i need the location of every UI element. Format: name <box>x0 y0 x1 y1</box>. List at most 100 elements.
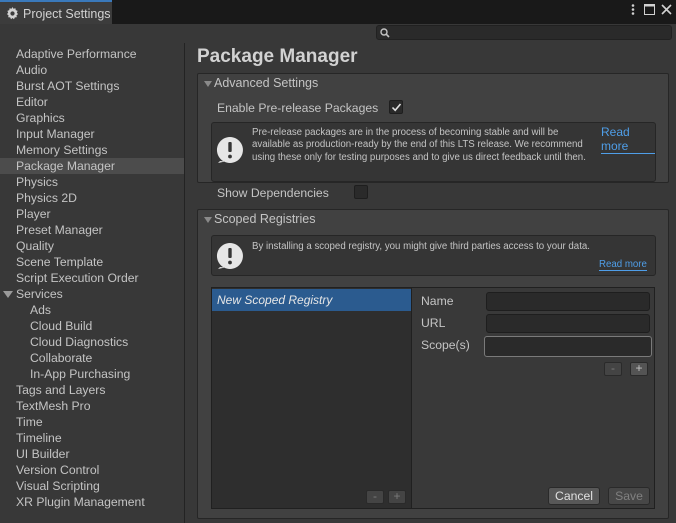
sidebar-item-collaborate[interactable]: Collaborate <box>0 350 184 366</box>
prerelease-label: Enable Pre-release Packages <box>217 101 379 115</box>
gear-icon <box>6 7 19 20</box>
scoped-help-text: By installing a scoped registry, you mig… <box>252 241 590 252</box>
sidebar-item-label: Adaptive Performance <box>16 47 137 61</box>
sidebar-item-ads[interactable]: Ads <box>0 302 184 318</box>
sidebar-item-graphics[interactable]: Graphics <box>0 110 184 126</box>
sidebar-item-adaptive-performance[interactable]: Adaptive Performance <box>0 46 184 62</box>
sidebar-item-audio[interactable]: Audio <box>0 62 184 78</box>
add-registry-button[interactable]: + <box>388 490 406 504</box>
name-field[interactable] <box>486 292 650 311</box>
registry-list: New Scoped Registry - + <box>211 287 412 509</box>
sidebar-item-label: Services <box>16 287 63 301</box>
sidebar-item-label: Player <box>16 207 51 221</box>
sidebar-item-player[interactable]: Player <box>0 206 184 222</box>
url-label: URL <box>421 316 446 330</box>
expand-caret-icon[interactable] <box>3 291 13 298</box>
sidebar-item-xr-plugin-management[interactable]: XR Plugin Management <box>0 494 184 510</box>
sidebar-item-quality[interactable]: Quality <box>0 238 184 254</box>
save-button[interactable]: Save <box>608 487 650 505</box>
search-row <box>0 24 676 42</box>
add-scope-button[interactable]: + <box>630 362 648 376</box>
main-panel: Package Manager Advanced Settings Enable… <box>186 43 676 523</box>
sidebar-item-label: UI Builder <box>16 447 70 461</box>
scoped-read-more-link[interactable]: Read more <box>599 259 647 271</box>
prerelease-read-more-link[interactable]: Read more <box>601 125 655 154</box>
sidebar-item-label: Ads <box>30 303 52 317</box>
name-label: Name <box>421 294 454 308</box>
search-input[interactable] <box>376 25 672 40</box>
sidebar-item-physics-2d[interactable]: Physics 2D <box>0 190 184 206</box>
scoped-registries-foldout[interactable]: Scoped Registries <box>204 212 315 226</box>
sidebar-item-label: Audio <box>16 63 48 77</box>
sidebar-item-burst-aot-settings[interactable]: Burst AOT Settings <box>0 78 184 94</box>
sidebar-item-editor[interactable]: Editor <box>0 94 184 110</box>
sidebar-item-label: Version Control <box>16 463 100 477</box>
sidebar-item-preset-manager[interactable]: Preset Manager <box>0 222 184 238</box>
sidebar-item-services[interactable]: Services <box>0 286 184 302</box>
sidebar-item-timeline[interactable]: Timeline <box>0 430 184 446</box>
sidebar-item-version-control[interactable]: Version Control <box>0 462 184 478</box>
prerelease-checkbox[interactable] <box>389 100 403 114</box>
show-dependencies-checkbox[interactable] <box>354 185 368 199</box>
sidebar-item-ui-builder[interactable]: UI Builder <box>0 446 184 462</box>
sidebar-item-label: Timeline <box>16 431 62 445</box>
title-bar: Project Settings <box>0 0 676 25</box>
advanced-settings-section: Advanced Settings Enable Pre-release Pac… <box>197 73 669 183</box>
registry-details: Name URL Scope(s) - + Cancel Save <box>412 287 655 509</box>
tab-project-settings[interactable]: Project Settings <box>0 0 112 25</box>
sidebar-item-label: Quality <box>16 239 54 253</box>
sidebar-item-textmesh-pro[interactable]: TextMesh Pro <box>0 398 184 414</box>
sidebar-item-script-execution-order[interactable]: Script Execution Order <box>0 270 184 286</box>
scopes-label: Scope(s) <box>421 338 470 352</box>
prerelease-help-text: Pre-release packages are in the process … <box>252 127 586 163</box>
sidebar-item-label: Scene Template <box>16 255 104 269</box>
advanced-settings-header: Advanced Settings <box>214 76 319 90</box>
sidebar-item-label: Tags and Layers <box>16 383 106 397</box>
sidebar-item-label: Physics 2D <box>16 191 77 205</box>
advanced-settings-foldout[interactable]: Advanced Settings <box>204 76 318 90</box>
checkmark-icon <box>391 103 402 112</box>
warning-icon <box>216 243 243 269</box>
search-icon <box>380 28 390 38</box>
more-options-icon[interactable] <box>627 4 638 15</box>
registry-list-item[interactable]: New Scoped Registry <box>212 289 411 311</box>
sidebar-item-label: Preset Manager <box>16 223 103 237</box>
sidebar-item-in-app-purchasing[interactable]: In-App Purchasing <box>0 366 184 382</box>
sidebar-item-label: Editor <box>16 95 48 109</box>
sidebar-item-label: Script Execution Order <box>16 271 139 285</box>
cancel-button[interactable]: Cancel <box>548 487 600 505</box>
sidebar-item-memory-settings[interactable]: Memory Settings <box>0 142 184 158</box>
sidebar-item-label: Collaborate <box>30 351 93 365</box>
sidebar-item-physics[interactable]: Physics <box>0 174 184 190</box>
sidebar-item-cloud-diagnostics[interactable]: Cloud Diagnostics <box>0 334 184 350</box>
scoped-registries-header: Scoped Registries <box>214 212 316 226</box>
sidebar-item-cloud-build[interactable]: Cloud Build <box>0 318 184 334</box>
warning-icon <box>216 137 243 163</box>
foldout-arrow-icon <box>204 81 212 87</box>
settings-sidebar: Adaptive Performance Audio Burst AOT Setti… <box>0 43 185 523</box>
tab-title: Project Settings <box>23 6 111 21</box>
sidebar-item-label: Burst AOT Settings <box>16 79 120 93</box>
sidebar-item-label: Cloud Build <box>30 319 93 333</box>
sidebar-item-label: XR Plugin Management <box>16 495 145 509</box>
url-field[interactable] <box>486 314 650 333</box>
sidebar-item-label: Visual Scripting <box>16 479 100 493</box>
sidebar-item-label: Input Manager <box>16 127 95 141</box>
sidebar-item-tags-and-layers[interactable]: Tags and Layers <box>0 382 184 398</box>
sidebar-item-label: Memory Settings <box>16 143 108 157</box>
scoped-helpbox: By installing a scoped registry, you mig… <box>211 235 656 276</box>
remove-scope-button[interactable]: - <box>604 362 622 376</box>
sidebar-item-time[interactable]: Time <box>0 414 184 430</box>
sidebar-item-scene-template[interactable]: Scene Template <box>0 254 184 270</box>
remove-registry-button[interactable]: - <box>366 490 384 504</box>
close-icon[interactable] <box>661 4 672 15</box>
sidebar-item-input-manager[interactable]: Input Manager <box>0 126 184 142</box>
sidebar-item-package-manager[interactable]: Package Manager <box>0 158 184 174</box>
sidebar-item-label: In-App Purchasing <box>30 367 131 381</box>
maximize-icon[interactable] <box>644 4 655 15</box>
sidebar-item-label: TextMesh Pro <box>16 399 91 413</box>
sidebar-item-label: Physics <box>16 175 58 189</box>
prerelease-helpbox: Pre-release packages are in the process … <box>211 122 656 182</box>
sidebar-item-visual-scripting[interactable]: Visual Scripting <box>0 478 184 494</box>
scopes-field[interactable] <box>484 336 652 357</box>
